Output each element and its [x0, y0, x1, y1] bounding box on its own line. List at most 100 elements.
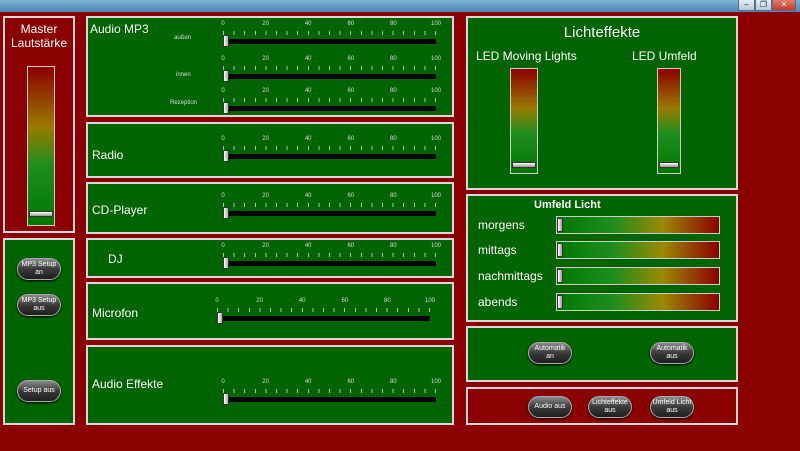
window-title-bar: [0, 0, 800, 12]
mp3-setup-on-button[interactable]: MP3 Setup an: [17, 258, 61, 280]
slider-thumb[interactable]: [217, 312, 223, 324]
mp3-setup-off-button[interactable]: MP3 Setup aus: [17, 294, 61, 316]
radio-slider[interactable]: 0 20 40 60 80 100: [221, 136, 441, 166]
abends-slider[interactable]: [556, 293, 720, 311]
tick-label: 80: [390, 21, 397, 27]
tick-label: 0: [221, 379, 225, 385]
tick-label: 60: [347, 379, 355, 385]
led-moving-lights-thumb[interactable]: [512, 162, 536, 169]
umfeld-licht-off-button[interactable]: Umfeld Licht aus: [650, 396, 694, 418]
morgens-slider[interactable]: [556, 216, 720, 234]
automatik-on-button[interactable]: Automatik an: [528, 342, 572, 364]
slider-track[interactable]: [223, 261, 436, 266]
tick-label: 60: [347, 136, 355, 142]
mittags-thumb[interactable]: [557, 243, 563, 257]
slider-ticks: [223, 389, 436, 393]
microfon-title: Microfon: [92, 306, 139, 320]
slider-tick-labels: 0 20 40 60 80 100: [221, 193, 441, 202]
automatik-panel: Automatik an Automatik aus: [466, 326, 738, 382]
slider-tick-labels: 0 20 40 60 80 100: [221, 21, 441, 30]
led-umfeld-thumb[interactable]: [659, 162, 679, 169]
tick-label: 0: [221, 243, 225, 249]
dj-panel: DJ 0 20 40 60 80 100: [86, 238, 454, 278]
tick-label: 0: [221, 193, 225, 199]
slider-ticks: [223, 98, 436, 102]
mp3-aussen-slider[interactable]: 0 20 40 60 80 100: [221, 21, 441, 51]
setup-off-button[interactable]: Setup aus: [17, 380, 61, 402]
tick-label: 60: [347, 193, 355, 199]
slider-tick-labels: 0 20 40 60 80 100: [221, 243, 441, 252]
slider-track[interactable]: [223, 39, 436, 44]
abends-label: abends: [478, 295, 518, 309]
tick-label: 0: [221, 56, 225, 62]
audio-effekte-slider[interactable]: 0 20 40 60 80 100: [221, 379, 441, 409]
off-buttons-panel: Audio aus Lichteffekte aus Umfeld Licht …: [466, 387, 738, 425]
tick-label: 0: [215, 298, 219, 304]
slider-track[interactable]: [217, 316, 430, 321]
slider-track[interactable]: [223, 74, 436, 79]
tick-label: 20: [262, 193, 269, 199]
slider-label-rezeption: Rezeption: [170, 100, 198, 106]
dj-slider[interactable]: 0 20 40 60 80 100: [221, 243, 441, 273]
nachmittags-thumb[interactable]: [557, 269, 563, 283]
close-button[interactable]: ✕: [772, 0, 796, 11]
dj-title: DJ: [108, 252, 123, 266]
tick-label: 60: [341, 298, 349, 304]
lichteffekte-panel: Lichteffekte LED Moving Lights LED Umfel…: [466, 16, 738, 190]
nachmittags-label: nachmittags: [478, 269, 543, 283]
morgens-thumb[interactable]: [557, 218, 563, 232]
led-moving-lights-slider[interactable]: [510, 68, 538, 174]
slider-ticks: [217, 308, 430, 312]
audio-mp3-panel: Audio MP3 außen innen Rezeption 0 20 40 60 8…: [86, 16, 454, 117]
audio-off-button[interactable]: Audio aus: [528, 396, 572, 418]
tick-label: 100: [430, 88, 442, 94]
tick-label: 40: [304, 56, 312, 62]
mp3-rezeption-slider[interactable]: 0 20 40 60 80 100: [221, 88, 441, 118]
slider-thumb[interactable]: [223, 35, 229, 47]
slider-track[interactable]: [223, 106, 436, 111]
tick-label: 100: [424, 298, 436, 304]
abends-thumb[interactable]: [557, 295, 563, 309]
mittags-label: mittags: [478, 243, 517, 257]
minimize-button[interactable]: –: [738, 0, 755, 11]
microfon-slider[interactable]: 0 20 40 60 80 100: [215, 298, 435, 328]
tick-label: 0: [221, 136, 225, 142]
cd-player-panel: CD-Player 0 20 40 60 80 100: [86, 182, 454, 234]
led-umfeld-slider[interactable]: [657, 68, 681, 174]
slider-track[interactable]: [223, 397, 436, 402]
cd-player-slider[interactable]: 0 20 40 60 80 100: [221, 193, 441, 223]
slider-thumb[interactable]: [223, 257, 229, 269]
tick-label: 40: [304, 243, 312, 249]
tick-label: 40: [304, 88, 312, 94]
microfon-panel: Microfon 0 20 40 60 80 100: [86, 282, 454, 340]
tick-label: 20: [262, 243, 269, 249]
slider-label-aussen: außen: [174, 35, 192, 41]
slider-track[interactable]: [223, 154, 436, 159]
slider-thumb[interactable]: [223, 393, 229, 405]
slider-thumb[interactable]: [223, 102, 229, 114]
tick-label: 20: [256, 298, 263, 304]
restore-button[interactable]: ❐: [755, 0, 772, 11]
morgens-label: morgens: [478, 218, 525, 232]
slider-thumb[interactable]: [223, 70, 229, 82]
tick-label: 80: [384, 298, 391, 304]
lichteffekte-off-button[interactable]: Lichteffekte aus: [588, 396, 632, 418]
tick-label: 80: [390, 379, 397, 385]
automatik-off-button[interactable]: Automatik aus: [650, 342, 694, 364]
slider-thumb[interactable]: [223, 150, 229, 162]
master-volume-thumb[interactable]: [29, 211, 53, 218]
tick-label: 0: [221, 88, 225, 94]
radio-panel: Radio 0 20 40 60 80 100: [86, 122, 454, 178]
slider-label-innen: innen: [176, 72, 191, 78]
tick-label: 60: [347, 243, 355, 249]
tick-label: 20: [262, 21, 269, 27]
slider-thumb[interactable]: [223, 207, 229, 219]
tick-label: 40: [304, 193, 312, 199]
master-volume-slider[interactable]: [27, 66, 55, 226]
tick-label: 60: [347, 21, 355, 27]
nachmittags-slider[interactable]: [556, 267, 720, 285]
mp3-innen-slider[interactable]: 0 20 40 60 80 100: [221, 56, 441, 86]
slider-track[interactable]: [223, 211, 436, 216]
mittags-slider[interactable]: [556, 241, 720, 259]
slider-ticks: [223, 253, 436, 257]
